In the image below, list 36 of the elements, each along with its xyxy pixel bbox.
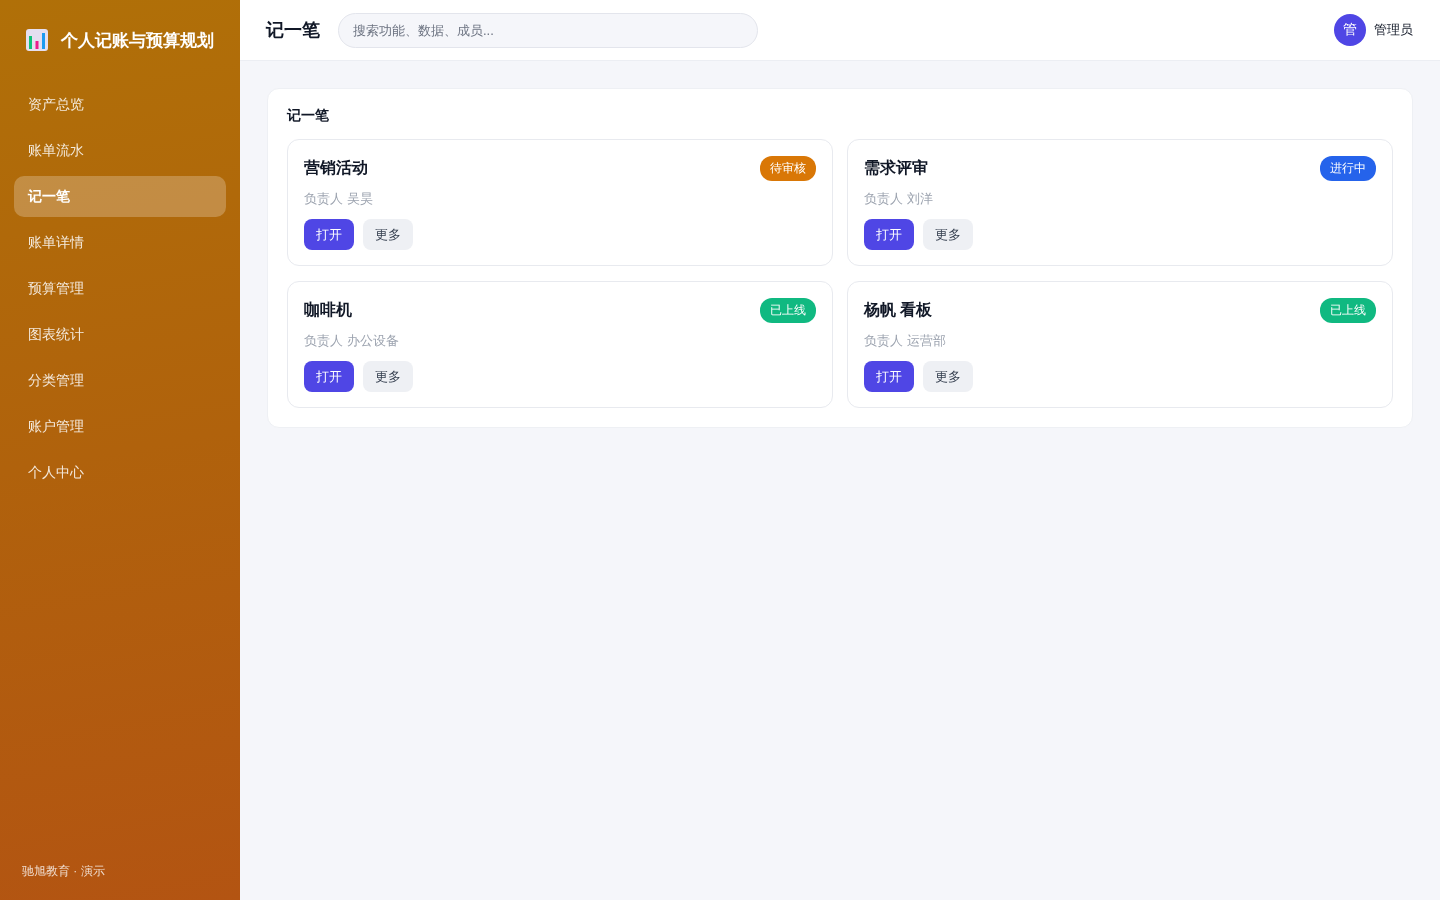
card-owner: 负责人 运营部: [864, 332, 947, 350]
open-button[interactable]: 打开: [864, 219, 914, 250]
status-tag: 已上线: [760, 298, 816, 323]
card-owner: 负责人 刘洋: [864, 190, 934, 208]
open-button[interactable]: 打开: [304, 219, 354, 250]
nav-item[interactable]: 预算管理: [14, 268, 226, 309]
nav-item[interactable]: 个人中心: [14, 452, 226, 493]
status-tag: 待审核: [760, 156, 816, 181]
card-title: 需求评审: [864, 158, 928, 178]
user-name: 管理员: [1374, 21, 1413, 39]
nav-item[interactable]: 资产总览: [14, 84, 226, 125]
card-title: 杨帆 看板: [864, 300, 933, 320]
card-title: 咖啡机: [304, 300, 352, 320]
more-button[interactable]: 更多: [923, 361, 973, 392]
card-owner: 负责人 办公设备: [304, 332, 400, 350]
nav-item[interactable]: 分类管理: [14, 360, 226, 401]
open-button[interactable]: 打开: [304, 361, 354, 392]
page-title: 记一笔: [266, 19, 320, 42]
user-avatar[interactable]: 管: [1334, 14, 1366, 46]
more-button[interactable]: 更多: [923, 219, 973, 250]
panel-title: 记一笔: [287, 107, 330, 125]
more-button[interactable]: 更多: [363, 361, 413, 392]
nav-item[interactable]: 图表统计: [14, 314, 226, 355]
status-tag: 进行中: [1320, 156, 1376, 181]
card-title: 营销活动: [304, 158, 368, 178]
bar-chart-icon: [26, 29, 48, 51]
open-button[interactable]: 打开: [864, 361, 914, 392]
nav-item[interactable]: 账单流水: [14, 130, 226, 171]
nav-item[interactable]: 账户管理: [14, 406, 226, 447]
nav-item[interactable]: 账单详情: [14, 222, 226, 263]
more-button[interactable]: 更多: [363, 219, 413, 250]
status-tag: 已上线: [1320, 298, 1376, 323]
search-field[interactable]: 搜索功能、数据、成员...: [338, 12, 758, 48]
sidebar-footer: 驰旭教育 · 演示: [14, 863, 226, 880]
card-owner: 负责人 吴昊: [304, 190, 374, 208]
app-logo-text: 个人记账与预算规划: [61, 29, 214, 52]
